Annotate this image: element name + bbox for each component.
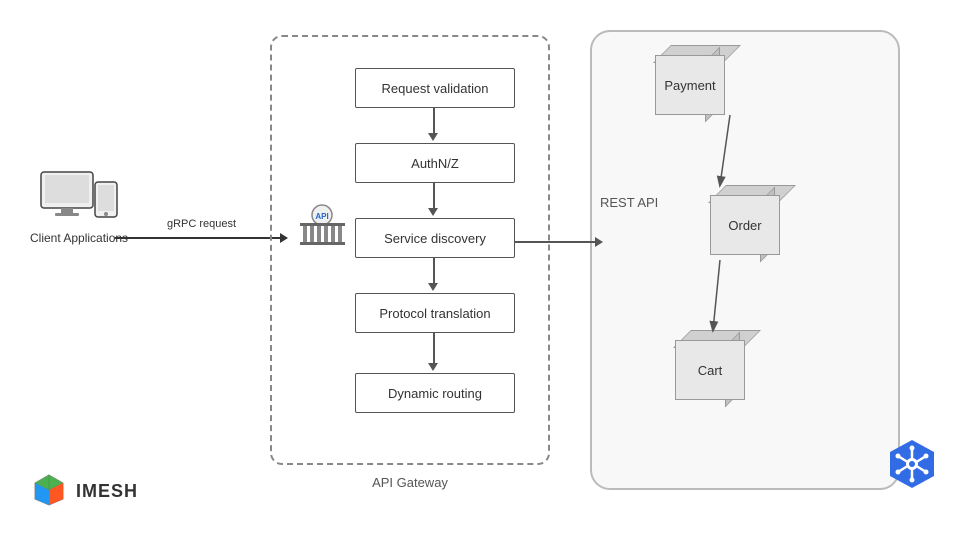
cart-cube-wrapper: Cart <box>660 330 740 400</box>
rest-api-label: REST API <box>600 195 658 210</box>
cart-cube: Cart <box>660 330 740 400</box>
arrow-head <box>595 237 603 247</box>
arrow-down-4 <box>428 363 438 371</box>
payment-cube: Payment <box>640 45 720 115</box>
payment-cube-wrapper: Payment <box>640 45 720 115</box>
v-arrow-2 <box>433 183 435 210</box>
v-arrow-4 <box>433 333 435 365</box>
v-arrow-1 <box>433 108 435 135</box>
kubernetes-icon <box>886 438 938 490</box>
client-section: Client Applications <box>30 170 128 245</box>
imesh-cube-icon <box>30 471 68 512</box>
imesh-logo: IMESH <box>30 471 138 512</box>
gateway-box-label: API Gateway <box>270 475 550 490</box>
order-cube: Order <box>695 185 775 255</box>
h-line <box>115 237 280 239</box>
arrow-down-3 <box>428 283 438 291</box>
client-label: Client Applications <box>30 231 128 245</box>
grpc-arrow: gRPC request <box>115 218 288 243</box>
order-to-cart-connector <box>695 260 755 340</box>
grpc-label: gRPC request <box>167 218 236 230</box>
order-cube-front: Order <box>710 195 780 255</box>
arrow-line <box>115 233 288 243</box>
flow-box-dynamic-routing: Dynamic routing <box>355 373 515 413</box>
diagram-container: Client Applications gRPC request API API… <box>0 0 960 540</box>
arrow-down-2 <box>428 208 438 216</box>
payment-cube-front: Payment <box>655 55 725 115</box>
monitor-mobile-icon <box>39 170 119 225</box>
flow-box-request-validation: Request validation <box>355 68 515 108</box>
gateway-to-services-arrow <box>515 237 603 247</box>
cart-cube-front: Cart <box>675 340 745 400</box>
imesh-text: IMESH <box>76 481 138 502</box>
payment-to-order-connector <box>700 115 760 195</box>
flow-box-authnz: AuthN/Z <box>355 143 515 183</box>
flow-box-protocol-translation: Protocol translation <box>355 293 515 333</box>
order-cube-wrapper: Order <box>695 185 775 255</box>
arrow-h-line <box>515 241 595 243</box>
arrow-down-1 <box>428 133 438 141</box>
flow-box-service-discovery: Service discovery <box>355 218 515 258</box>
v-arrow-3 <box>433 258 435 285</box>
